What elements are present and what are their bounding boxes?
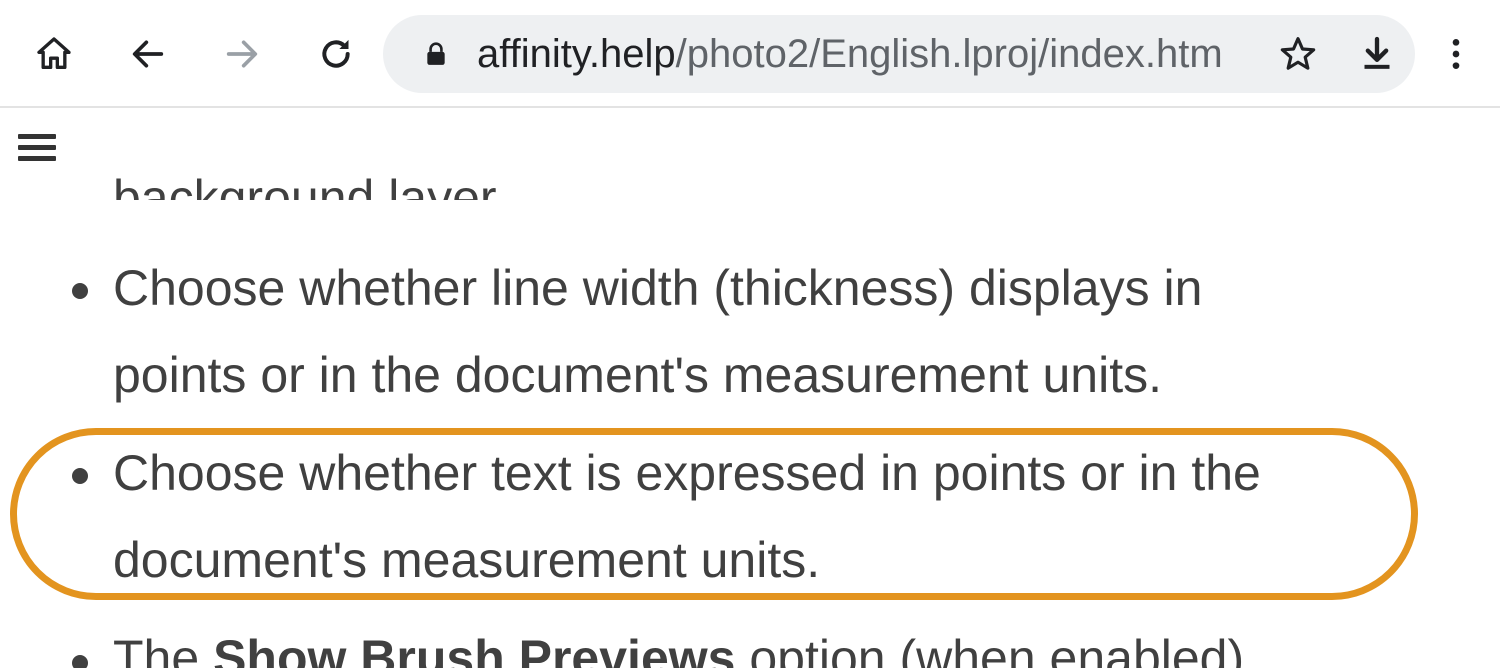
url-text[interactable]: affinity.help/photo2/English.lproj/index… xyxy=(477,31,1257,77)
show-brush-previews-option: Show Brush Previews xyxy=(213,630,736,668)
url-path: /photo2/English.lproj/index.htm xyxy=(675,32,1223,76)
download-icon[interactable] xyxy=(1352,29,1402,79)
forward-icon[interactable] xyxy=(210,22,274,86)
reload-icon[interactable] xyxy=(304,22,368,86)
more-vert-icon[interactable] xyxy=(1424,22,1488,86)
home-icon[interactable] xyxy=(22,22,86,86)
address-bar[interactable]: affinity.help/photo2/English.lproj/index… xyxy=(383,15,1415,93)
back-icon[interactable] xyxy=(116,22,180,86)
list-item-3: The Show Brush Previews option (when ena… xyxy=(113,628,1244,668)
bullet-point xyxy=(72,283,88,299)
list-item-1-line1: Choose whether line width (thickness) di… xyxy=(113,260,1203,316)
star-icon[interactable] xyxy=(1273,29,1323,79)
browser-toolbar: affinity.help/photo2/English.lproj/index… xyxy=(0,0,1500,108)
bullet-point xyxy=(72,655,88,668)
list-item-3-suffix: option (when enabled) xyxy=(735,630,1245,668)
list-item-1-line2: points or in the document's measurement … xyxy=(113,347,1162,403)
list-item-3-prefix: The xyxy=(113,630,214,668)
highlight-annotation xyxy=(10,428,1418,600)
lock-icon[interactable] xyxy=(423,41,449,67)
hamburger-icon[interactable] xyxy=(16,126,60,170)
url-domain: affinity.help xyxy=(477,32,676,76)
page-content: background layer. Choose whether line wi… xyxy=(0,108,1500,668)
partial-text-line: background layer. xyxy=(113,170,508,226)
